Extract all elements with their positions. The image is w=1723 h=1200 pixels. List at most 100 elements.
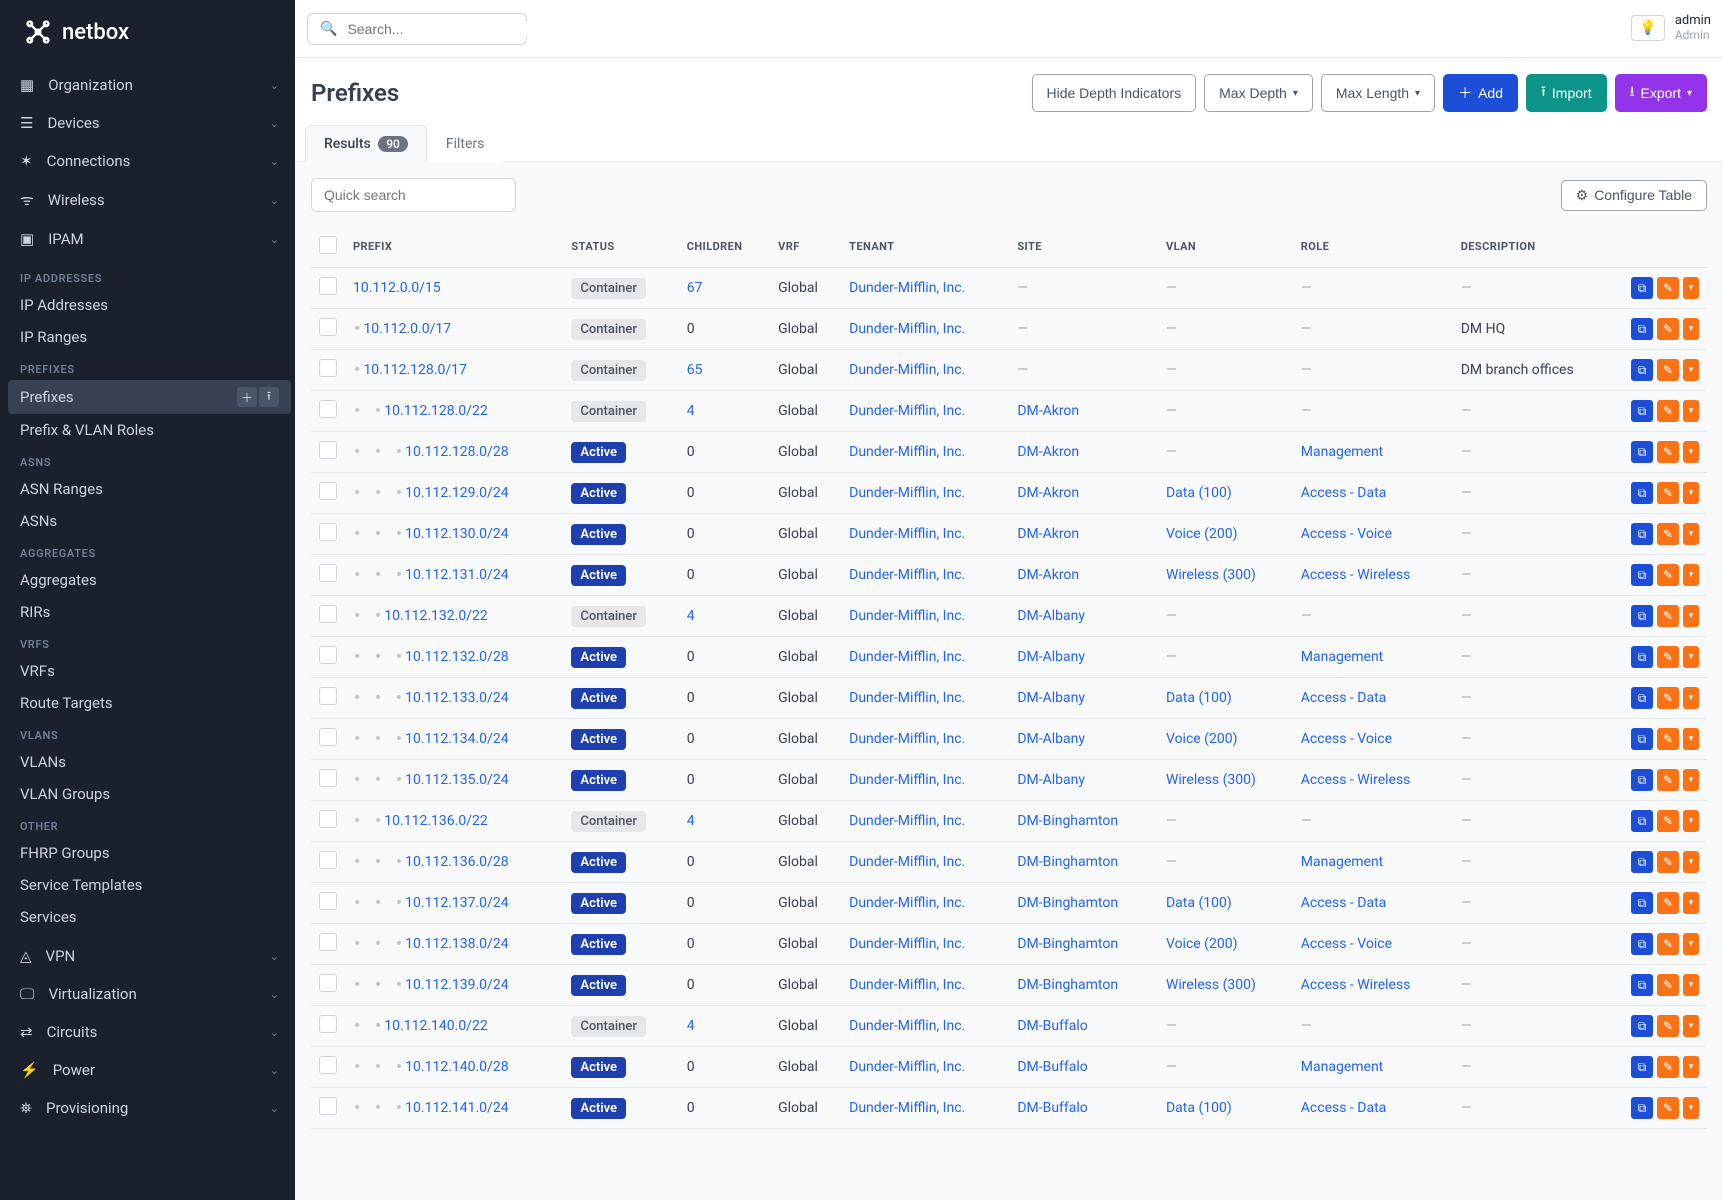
copy-button[interactable]: ⧉: [1631, 441, 1653, 463]
site-link[interactable]: DM-Akron: [1017, 403, 1079, 419]
role-link[interactable]: Access - Data: [1301, 485, 1386, 501]
actions-dropdown[interactable]: ▾: [1683, 441, 1699, 463]
row-checkbox[interactable]: [319, 933, 337, 951]
edit-button[interactable]: ✎: [1657, 400, 1679, 422]
edit-button[interactable]: ✎: [1657, 523, 1679, 545]
configure-table-button[interactable]: ⚙ Configure Table: [1561, 180, 1707, 211]
site-link[interactable]: DM-Buffalo: [1017, 1018, 1087, 1034]
row-checkbox[interactable]: [319, 277, 337, 295]
prefix-link[interactable]: 10.112.128.0/17: [363, 362, 466, 378]
tenant-link[interactable]: Dunder-Mifflin, Inc.: [849, 362, 965, 378]
brand-logo[interactable]: netbox: [0, 0, 295, 64]
row-checkbox[interactable]: [319, 400, 337, 418]
copy-button[interactable]: ⧉: [1631, 892, 1653, 914]
prefix-link[interactable]: 10.112.141.0/24: [405, 1100, 508, 1116]
export-button[interactable]: ⭳Export ▾: [1615, 74, 1707, 112]
copy-button[interactable]: ⧉: [1631, 687, 1653, 709]
sidebar-item-services[interactable]: Services: [8, 901, 291, 933]
tenant-link[interactable]: Dunder-Mifflin, Inc.: [849, 485, 965, 501]
edit-button[interactable]: ✎: [1657, 277, 1679, 299]
prefix-link[interactable]: 10.112.128.0/22: [384, 403, 487, 419]
actions-dropdown[interactable]: ▾: [1683, 277, 1699, 299]
tenant-link[interactable]: Dunder-Mifflin, Inc.: [849, 936, 965, 952]
select-all-checkbox[interactable]: [319, 236, 337, 254]
actions-dropdown[interactable]: ▾: [1683, 400, 1699, 422]
children-link[interactable]: 4: [687, 403, 695, 419]
copy-button[interactable]: ⧉: [1631, 482, 1653, 504]
children-link[interactable]: 4: [687, 608, 695, 624]
sidebar-item-route-targets[interactable]: Route Targets: [8, 687, 291, 719]
copy-button[interactable]: ⧉: [1631, 1097, 1653, 1119]
tenant-link[interactable]: Dunder-Mifflin, Inc.: [849, 854, 965, 870]
tab-filters[interactable]: Filters: [427, 125, 504, 162]
sidebar-item-vpn[interactable]: ◬ VPN ⌄: [8, 937, 291, 975]
edit-button[interactable]: ✎: [1657, 646, 1679, 668]
copy-button[interactable]: ⧉: [1631, 728, 1653, 750]
tenant-link[interactable]: Dunder-Mifflin, Inc.: [849, 280, 965, 296]
row-checkbox[interactable]: [319, 1097, 337, 1115]
copy-button[interactable]: ⧉: [1631, 1056, 1653, 1078]
col-tenant[interactable]: TENANT: [841, 226, 1009, 268]
vlan-link[interactable]: Wireless (300): [1166, 977, 1256, 993]
global-search[interactable]: 🔍: [307, 13, 527, 45]
site-link[interactable]: DM-Albany: [1017, 608, 1085, 624]
sidebar-item-service-templates[interactable]: Service Templates: [8, 869, 291, 901]
copy-button[interactable]: ⧉: [1631, 605, 1653, 627]
copy-button[interactable]: ⧉: [1631, 646, 1653, 668]
edit-button[interactable]: ✎: [1657, 359, 1679, 381]
copy-button[interactable]: ⧉: [1631, 359, 1653, 381]
import-button[interactable]: ⭱Import: [1526, 74, 1607, 112]
site-link[interactable]: DM-Akron: [1017, 526, 1079, 542]
vlan-link[interactable]: Data (100): [1166, 485, 1232, 501]
site-link[interactable]: DM-Binghamton: [1017, 895, 1118, 911]
role-link[interactable]: Management: [1301, 854, 1383, 870]
row-checkbox[interactable]: [319, 974, 337, 992]
prefix-link[interactable]: 10.112.132.0/28: [405, 649, 508, 665]
tenant-link[interactable]: Dunder-Mifflin, Inc.: [849, 1100, 965, 1116]
edit-button[interactable]: ✎: [1657, 1056, 1679, 1078]
sidebar-item-organization[interactable]: ▦ Organization ⌄: [8, 66, 291, 104]
site-link[interactable]: DM-Albany: [1017, 649, 1085, 665]
vlan-link[interactable]: Voice (200): [1166, 936, 1237, 952]
add-icon[interactable]: ＋: [237, 387, 257, 407]
col-role[interactable]: ROLE: [1293, 226, 1453, 268]
prefix-link[interactable]: 10.112.0.0/15: [353, 280, 441, 296]
user-menu[interactable]: admin Admin: [1675, 14, 1711, 43]
sidebar-item-vrfs[interactable]: VRFs: [8, 655, 291, 687]
site-link[interactable]: DM-Binghamton: [1017, 977, 1118, 993]
col-status[interactable]: STATUS: [563, 226, 678, 268]
prefix-link[interactable]: 10.112.140.0/28: [405, 1059, 508, 1075]
sidebar-item-fhrp-groups[interactable]: FHRP Groups: [8, 837, 291, 869]
tenant-link[interactable]: Dunder-Mifflin, Inc.: [849, 731, 965, 747]
vlan-link[interactable]: Data (100): [1166, 895, 1232, 911]
edit-button[interactable]: ✎: [1657, 769, 1679, 791]
row-checkbox[interactable]: [319, 728, 337, 746]
actions-dropdown[interactable]: ▾: [1683, 728, 1699, 750]
row-checkbox[interactable]: [319, 1015, 337, 1033]
sidebar-item-ipam[interactable]: ▣ IPAM ⌄: [8, 220, 291, 258]
prefix-link[interactable]: 10.112.136.0/28: [405, 854, 508, 870]
site-link[interactable]: DM-Binghamton: [1017, 854, 1118, 870]
tenant-link[interactable]: Dunder-Mifflin, Inc.: [849, 772, 965, 788]
site-link[interactable]: DM-Buffalo: [1017, 1100, 1087, 1116]
actions-dropdown[interactable]: ▾: [1683, 359, 1699, 381]
tenant-link[interactable]: Dunder-Mifflin, Inc.: [849, 895, 965, 911]
row-checkbox[interactable]: [319, 769, 337, 787]
role-link[interactable]: Management: [1301, 444, 1383, 460]
children-link[interactable]: 4: [687, 1018, 695, 1034]
site-link[interactable]: DM-Akron: [1017, 485, 1079, 501]
row-checkbox[interactable]: [319, 564, 337, 582]
sidebar-item-prefix-vlan-roles[interactable]: Prefix & VLAN Roles: [8, 414, 291, 446]
row-checkbox[interactable]: [319, 1056, 337, 1074]
edit-button[interactable]: ✎: [1657, 851, 1679, 873]
sidebar-item-prefixes[interactable]: Prefixes ＋⭱: [8, 380, 291, 414]
site-link[interactable]: DM-Albany: [1017, 772, 1085, 788]
actions-dropdown[interactable]: ▾: [1683, 892, 1699, 914]
site-link[interactable]: DM-Buffalo: [1017, 1059, 1087, 1075]
sidebar-item-connections[interactable]: ✶ Connections ⌄: [8, 142, 291, 180]
role-link[interactable]: Access - Voice: [1301, 526, 1392, 542]
tenant-link[interactable]: Dunder-Mifflin, Inc.: [849, 403, 965, 419]
col-vrf[interactable]: VRF: [770, 226, 841, 268]
children-link[interactable]: 67: [687, 280, 703, 296]
actions-dropdown[interactable]: ▾: [1683, 687, 1699, 709]
